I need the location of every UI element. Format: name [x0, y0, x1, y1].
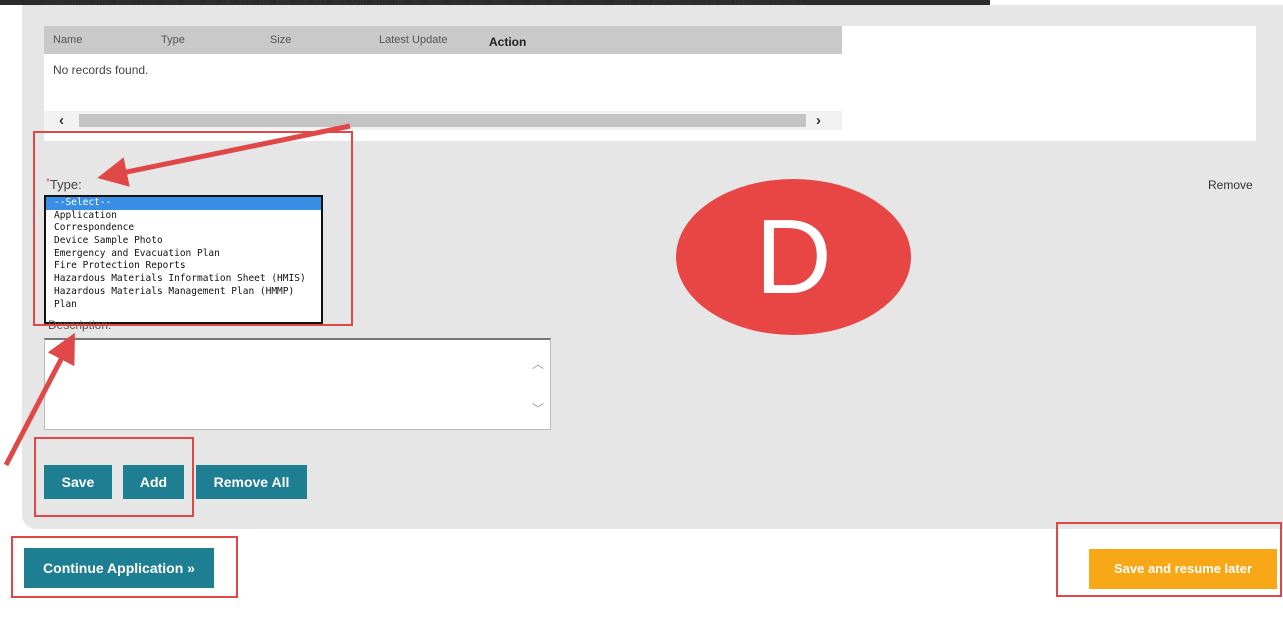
grid-column-size[interactable]: Size — [270, 34, 291, 46]
grid-horizontal-scrollbar[interactable]: ‹ › — [44, 111, 842, 130]
scroll-left-arrow-icon[interactable]: ‹ — [59, 111, 64, 130]
remove-link[interactable]: Remove — [1208, 178, 1253, 192]
step-badge-letter: D — [755, 198, 832, 316]
grid-header: Name Type Size Latest Update Action — [44, 26, 842, 54]
grid-column-action: Action — [489, 35, 527, 49]
attachment-grid: Name Type Size Latest Update Action No r… — [44, 26, 842, 124]
grid-column-type[interactable]: Type — [161, 34, 185, 46]
annotation-box-resume — [1056, 522, 1282, 597]
chevron-down-icon[interactable]: ﹀ — [532, 400, 544, 417]
annotation-box-buttons — [34, 437, 194, 517]
no-records-message: No records found. — [53, 63, 149, 77]
annotation-box-type — [33, 131, 353, 326]
grid-column-name[interactable]: Name — [53, 34, 82, 46]
remove-all-button[interactable]: Remove All — [196, 465, 307, 499]
scroll-right-arrow-icon[interactable]: › — [816, 111, 821, 130]
description-textarea[interactable]: ︿ ﹀ — [44, 338, 551, 430]
grid-column-latest-update[interactable]: Latest Update — [379, 34, 448, 46]
page-root: .mdz,.msc,.msi,.msp,.mst,.ops,.pcd,.pif,… — [0, 0, 1283, 619]
chevron-up-icon[interactable]: ︿ — [532, 355, 544, 372]
annotation-box-continue — [11, 536, 238, 598]
step-badge: D — [676, 179, 911, 335]
scrollbar-thumb[interactable] — [79, 114, 806, 127]
